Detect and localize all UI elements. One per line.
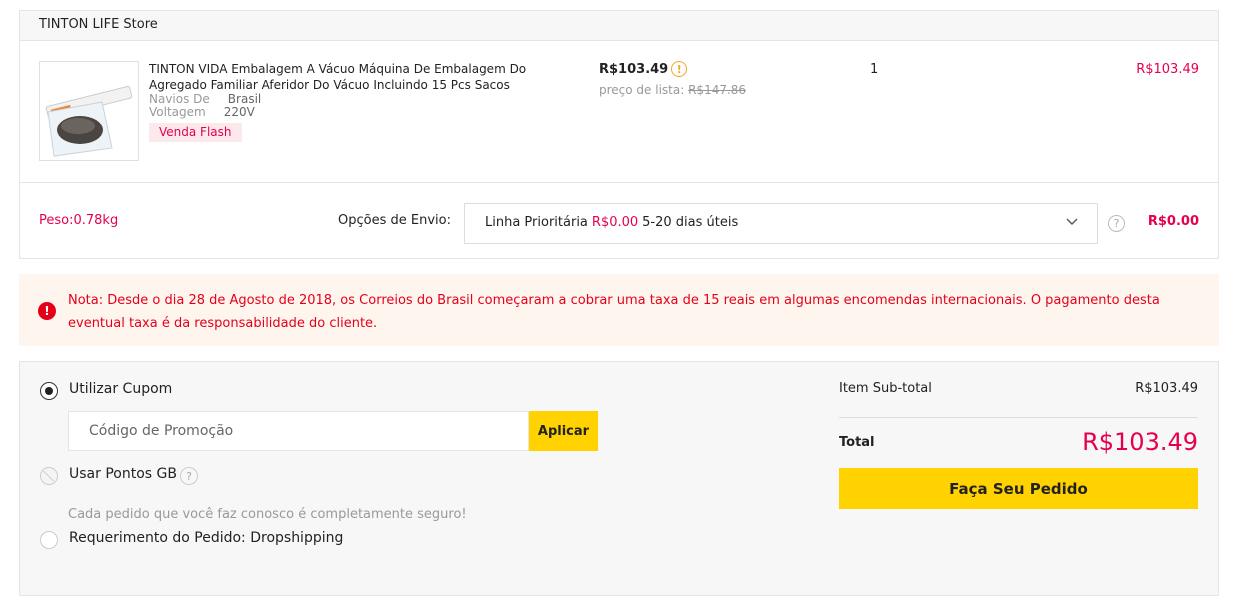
shipping-method-name: Linha Prioritária <box>485 215 588 230</box>
total-value: R$103.49 <box>1082 428 1198 456</box>
order-summary: Item Sub-total R$103.49 Total R$103.49 F… <box>839 362 1198 595</box>
secure-order-text: Cada pedido que você faz conosco é compl… <box>68 507 467 522</box>
product-image[interactable] <box>39 61 139 161</box>
attribute-value: Brasil <box>227 92 262 106</box>
product-info: TINTON VIDA Embalagem A Vácuo Máquina De… <box>149 61 549 142</box>
attribute-name: Navios De <box>149 92 210 106</box>
attribute-voltage: Voltagem 220V <box>149 106 549 119</box>
summary-divider <box>839 417 1198 418</box>
package-weight: Peso:0.78kg <box>39 213 119 228</box>
use-coupon-radio[interactable] <box>40 382 58 400</box>
unit-price: R$103.49 ! <box>599 61 688 77</box>
use-points-radio[interactable] <box>40 467 58 485</box>
subtotal-label: Item Sub-total <box>839 381 932 396</box>
store-name[interactable]: TINTON LIFE Store <box>20 11 1218 41</box>
line-total: R$103.49 <box>1136 62 1199 77</box>
dropshipping-label[interactable]: Requerimento do Pedido: Dropshipping <box>69 530 343 546</box>
shipping-method-select[interactable]: Linha Prioritária R$0.00 5-20 dias úteis <box>464 203 1098 244</box>
product-row: TINTON VIDA Embalagem A Vácuo Máquina De… <box>20 41 1218 183</box>
shipping-row: Peso:0.78kg Opções de Envio: Linha Prior… <box>20 183 1218 259</box>
notice-text: Nota: Desde o dia 28 de Agosto de 2018, … <box>68 293 1160 331</box>
promo-code-input[interactable] <box>68 411 529 451</box>
shipping-cost: R$0.00 <box>1147 214 1199 229</box>
list-price-label: preço de lista: <box>599 83 685 97</box>
place-order-button[interactable]: Faça Seu Pedido <box>839 468 1198 509</box>
use-coupon-label[interactable]: Utilizar Cupom <box>69 381 172 397</box>
flash-sale-badge: Venda Flash <box>149 123 242 142</box>
alert-circle-icon: ! <box>38 302 56 320</box>
quantity: 1 <box>870 62 879 77</box>
checkout-panel: Utilizar Cupom Aplicar Usar Pontos GB ? … <box>19 361 1219 596</box>
use-points-label[interactable]: Usar Pontos GB <box>69 466 177 482</box>
unit-price-value: R$103.49 <box>599 61 669 77</box>
list-price-value: R$147.86 <box>688 83 747 97</box>
attribute-ships-from: Navios De Brasil <box>149 93 549 106</box>
list-price: preço de lista: R$147.86 <box>599 83 746 97</box>
shipping-method-price: R$0.00 <box>591 215 639 230</box>
attribute-name: Voltagem <box>149 105 206 119</box>
product-title[interactable]: TINTON VIDA Embalagem A Vácuo Máquina De… <box>149 61 549 93</box>
question-circle-icon[interactable]: ? <box>1108 215 1125 232</box>
total-label: Total <box>839 435 875 450</box>
exclamation-circle-icon[interactable]: ! <box>671 61 688 77</box>
dropshipping-radio[interactable] <box>40 531 58 549</box>
question-circle-icon[interactable]: ? <box>180 467 198 485</box>
apply-coupon-button[interactable]: Aplicar <box>529 411 598 451</box>
tax-notice: ! Nota: Desde o dia 28 de Agosto de 2018… <box>19 274 1219 346</box>
store-card: TINTON LIFE Store TINTON VIDA Embalagem … <box>19 10 1219 259</box>
shipping-method-eta: 5-20 dias úteis <box>642 215 739 230</box>
attribute-value: 220V <box>223 105 255 119</box>
shipping-options-label: Opções de Envio: <box>338 213 451 228</box>
chevron-down-icon <box>1066 218 1078 225</box>
subtotal-value: R$103.49 <box>1135 381 1198 396</box>
